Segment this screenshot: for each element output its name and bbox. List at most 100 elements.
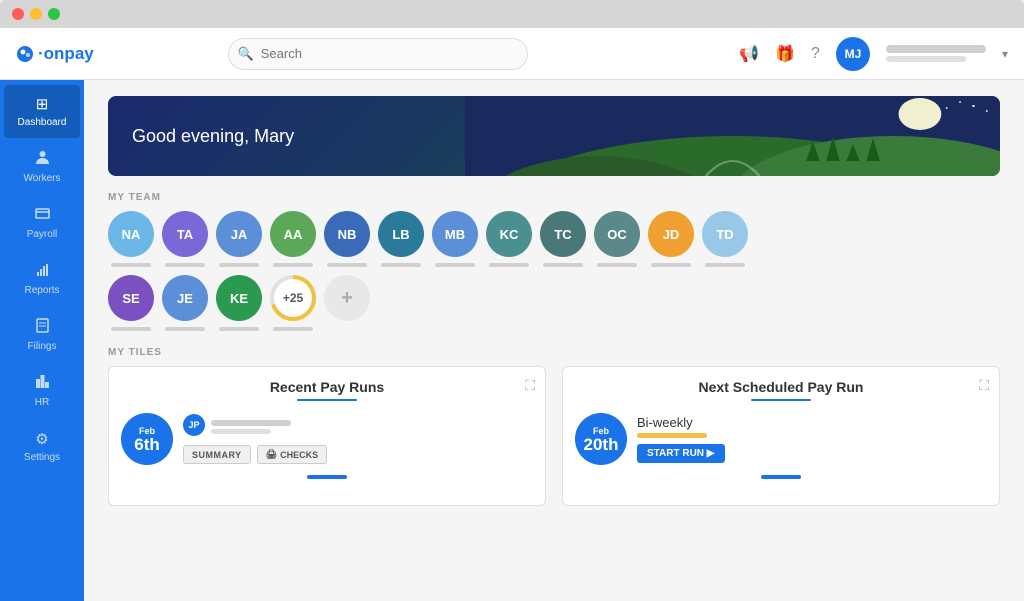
hero-greeting: Good evening, Mary <box>132 126 294 147</box>
reports-icon <box>35 262 50 281</box>
team-bar-more <box>273 327 313 331</box>
my-team-label: MY TEAM <box>108 192 1000 203</box>
team-member-jd[interactable]: JD <box>648 211 694 267</box>
window-chrome <box>0 0 1024 28</box>
gift-icon[interactable]: 🎁 <box>775 44 795 64</box>
user-dropdown-icon[interactable]: ▾ <box>1002 47 1008 61</box>
sidebar-item-reports[interactable]: Reports <box>4 252 80 306</box>
user-name-bar <box>886 45 986 53</box>
tile-title-recent: Recent Pay Runs <box>121 379 533 395</box>
print-icon: 🖨 <box>266 449 277 460</box>
next-run-frequency: Bi-weekly <box>637 415 987 430</box>
help-icon[interactable]: ? <box>811 45 820 63</box>
settings-icon: ⚙ <box>35 430 48 448</box>
team-member-na[interactable]: NA <box>108 211 154 267</box>
team-avatar-je: JE <box>162 275 208 321</box>
team-member-lb[interactable]: LB <box>378 211 424 267</box>
tiles-grid: ⛶ Recent Pay Runs Feb 6th JP <box>108 366 1000 522</box>
team-avatar-ta: TA <box>162 211 208 257</box>
team-member-td[interactable]: TD <box>702 211 748 267</box>
user-info <box>886 45 986 62</box>
workers-icon <box>35 150 50 169</box>
tile-expand-next[interactable]: ⛶ <box>979 377 989 394</box>
sidebar-item-dashboard[interactable]: ⊞ Dashboard <box>4 85 80 138</box>
sidebar-item-hr[interactable]: HR <box>4 364 80 418</box>
team-avatar-td: TD <box>702 211 748 257</box>
team-bar-ja <box>219 263 259 267</box>
team-bar-ta <box>165 263 205 267</box>
team-grid-row2: SE JE KE +25 <box>108 275 1000 331</box>
user-avatar[interactable]: MJ <box>836 37 870 71</box>
logo: ·onpay <box>16 44 116 64</box>
pay-bar-1 <box>211 420 291 426</box>
content-area: Good evening, Mary <box>84 80 1024 601</box>
hero-illustration <box>465 96 1000 176</box>
team-avatar-more: +25 <box>270 275 316 321</box>
team-member-se[interactable]: SE <box>108 275 154 331</box>
team-avatar-jd: JD <box>648 211 694 257</box>
team-bar-na <box>111 263 151 267</box>
team-bar-nb <box>327 263 367 267</box>
next-date-badge: Feb 20th <box>575 413 627 465</box>
team-member-oc[interactable]: OC <box>594 211 640 267</box>
team-member-add[interactable]: + <box>324 275 370 331</box>
pay-day: 6th <box>134 436 160 453</box>
maximize-button[interactable] <box>48 8 60 20</box>
team-bar-aa <box>273 263 313 267</box>
pay-month: Feb <box>139 426 155 436</box>
team-member-kc[interactable]: KC <box>486 211 532 267</box>
team-avatar-add: + <box>324 275 370 321</box>
team-avatar-ke: KE <box>216 275 262 321</box>
team-member-aa[interactable]: AA <box>270 211 316 267</box>
team-bar-oc <box>597 263 637 267</box>
next-day: 20th <box>584 436 619 453</box>
checks-button[interactable]: 🖨 CHECKS <box>257 445 327 464</box>
hr-icon <box>35 374 50 393</box>
team-avatar-kc: KC <box>486 211 532 257</box>
search-icon: 🔍 <box>238 46 254 62</box>
my-tiles-label: MY TILES <box>108 347 1000 358</box>
team-member-mb[interactable]: MB <box>432 211 478 267</box>
tile-expand-recent[interactable]: ⛶ <box>525 377 535 394</box>
team-bar-ke <box>219 327 259 331</box>
team-member-tc[interactable]: TC <box>540 211 586 267</box>
team-bar-tc <box>543 263 583 267</box>
more-count: +25 <box>274 279 312 317</box>
sidebar-item-workers[interactable]: Workers <box>4 140 80 194</box>
sidebar-item-payroll[interactable]: Payroll <box>4 196 80 250</box>
sidebar-item-filings[interactable]: Filings <box>4 308 80 362</box>
team-member-ke[interactable]: KE <box>216 275 262 331</box>
team-member-ta[interactable]: TA <box>162 211 208 267</box>
topbar-actions: 📢 🎁 ? MJ ▾ <box>739 37 1008 71</box>
tile-underline-recent <box>297 399 357 401</box>
pay-bar-2 <box>211 429 271 434</box>
team-member-je[interactable]: JE <box>162 275 208 331</box>
team-member-ja[interactable]: JA <box>216 211 262 267</box>
next-run-row: Feb 20th Bi-weekly START RUN ▶ <box>575 413 987 465</box>
start-run-button[interactable]: START RUN ▶ <box>637 444 725 463</box>
team-avatar-oc: OC <box>594 211 640 257</box>
tile-title-next: Next Scheduled Pay Run <box>575 379 987 395</box>
search-container: 🔍 <box>228 38 528 70</box>
team-member-nb[interactable]: NB <box>324 211 370 267</box>
pay-actions: SUMMARY 🖨 CHECKS <box>183 445 533 464</box>
team-avatar-ja: JA <box>216 211 262 257</box>
user-role-bar <box>886 56 966 62</box>
main-layout: ⊞ Dashboard Workers Payroll Reports <box>0 80 1024 601</box>
payroll-icon <box>35 206 50 225</box>
tile-bottom-bar-recent <box>307 475 347 479</box>
announcement-icon[interactable]: 📢 <box>739 44 759 64</box>
team-bar-jd <box>651 263 691 267</box>
search-input[interactable] <box>228 38 528 70</box>
tile-recent-pay-runs: ⛶ Recent Pay Runs Feb 6th JP <box>108 366 546 506</box>
sidebar-item-settings[interactable]: ⚙ Settings <box>4 420 80 473</box>
close-button[interactable] <box>12 8 24 20</box>
team-avatar-na: NA <box>108 211 154 257</box>
team-bar-lb <box>381 263 421 267</box>
dashboard-icon: ⊞ <box>36 95 49 113</box>
team-member-more[interactable]: +25 <box>270 275 316 331</box>
filings-icon <box>35 318 50 337</box>
summary-button[interactable]: SUMMARY <box>183 445 251 464</box>
sidebar: ⊞ Dashboard Workers Payroll Reports <box>0 80 84 601</box>
minimize-button[interactable] <box>30 8 42 20</box>
